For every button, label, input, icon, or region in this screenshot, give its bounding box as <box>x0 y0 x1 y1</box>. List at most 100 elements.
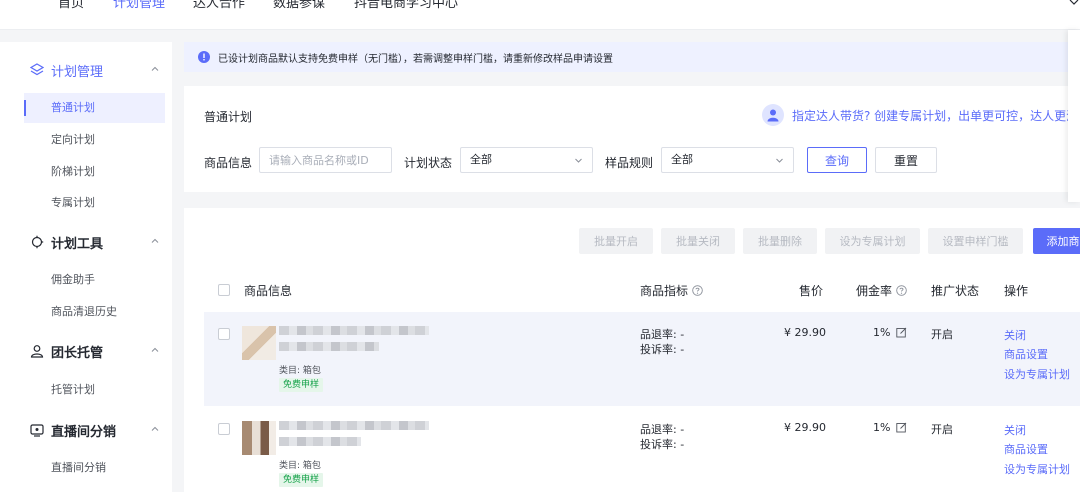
product-search-input[interactable] <box>259 147 392 173</box>
row-checkbox[interactable] <box>218 423 230 435</box>
sidebar-group-title: 直播间分销 <box>51 425 117 440</box>
sidebar-item-commission-assistant[interactable]: 佣金助手 <box>24 265 165 295</box>
refund-rate: 品退率: - <box>640 328 685 341</box>
table-row: 类目: 箱包 免费申样 品退率: - 投诉率: - ¥ 29.90 1% 开启 … <box>204 312 1080 406</box>
free-sample-badge: 免费申样 <box>279 378 324 392</box>
help-icon[interactable] <box>692 285 703 296</box>
sample-rule-select[interactable]: 全部 <box>661 147 794 173</box>
nav-tab-learning-center[interactable]: 抖音电商学习中心 <box>354 0 458 11</box>
sidebar-group-leader-hosting[interactable]: 团长托管 <box>0 339 172 363</box>
live-tv-icon <box>30 424 44 437</box>
top-nav: 首页 计划管理 达人合作 数据参谋 抖音电商学习中心 <box>0 0 1080 30</box>
chevron-up-icon[interactable] <box>150 236 160 246</box>
product-table-card: 批量开启 批量关闭 批量删除 设为专属计划 设置申样门槛 添加商 商品信息 商品… <box>184 208 1080 492</box>
product-price: ¥ 29.90 <box>784 326 826 339</box>
close-link[interactable]: 关闭 <box>1004 422 1026 438</box>
sidebar-group-plan-tools[interactable]: 计划工具 <box>0 230 172 254</box>
bulk-enable-button[interactable]: 批量开启 <box>579 228 653 254</box>
tools-icon <box>31 235 44 249</box>
plan-status-value: 全部 <box>470 153 492 166</box>
bulk-delete-button[interactable]: 批量删除 <box>743 228 817 254</box>
help-icon[interactable] <box>896 285 907 296</box>
sidebar-item-normal-plan[interactable]: 普通计划 <box>24 93 165 123</box>
commission-value: 1% <box>873 326 891 339</box>
filter-card: 普通计划 指定达人带货? 创建专属计划，出单更可控，达人更满 商品信息 计划状态… <box>184 86 1080 192</box>
header-metrics: 商品指标 <box>640 282 703 299</box>
set-exclusive-plan-link[interactable]: 设为专属计划 <box>1004 366 1070 382</box>
sidebar-item-removal-history[interactable]: 商品清退历史 <box>24 297 165 327</box>
info-icon <box>198 51 210 63</box>
product-thumbnail[interactable] <box>242 326 276 360</box>
sample-rule-label: 样品规则 <box>605 156 654 170</box>
user-menu-icon[interactable] <box>1066 0 1080 14</box>
sidebar-group-live-distribution[interactable]: 直播间分销 <box>0 418 172 442</box>
plan-status-label: 计划状态 <box>404 156 453 170</box>
edit-icon[interactable] <box>896 327 907 338</box>
promo-status: 开启 <box>931 328 953 341</box>
nav-tab-home[interactable]: 首页 <box>58 0 84 11</box>
sidebar-group-title: 团长托管 <box>51 346 104 361</box>
nav-tab-talent-cooperation[interactable]: 达人合作 <box>193 0 245 11</box>
person-icon <box>767 109 779 122</box>
query-button[interactable]: 查询 <box>807 147 867 173</box>
section-title: 普通计划 <box>204 110 253 124</box>
product-settings-link[interactable]: 商品设置 <box>1004 441 1048 457</box>
layers-icon <box>30 63 44 76</box>
complaint-rate: 投诉率: - <box>640 343 685 356</box>
floating-panel-edge <box>1068 30 1080 202</box>
chevron-down-icon <box>776 158 783 163</box>
sidebar-group-plan-management[interactable]: 计划管理 <box>0 58 172 82</box>
set-exclusive-plan-button[interactable]: 设为专属计划 <box>825 228 920 254</box>
commission-rate: 1% <box>873 421 907 434</box>
header-commission: 佣金率 <box>856 282 907 299</box>
header-price: 售价 <box>799 284 824 298</box>
sidebar-item-exclusive-plan[interactable]: 专属计划 <box>24 188 165 218</box>
bulk-disable-button[interactable]: 批量关闭 <box>661 228 735 254</box>
sidebar-item-tiered-plan[interactable]: 阶梯计划 <box>24 157 165 187</box>
product-title-blurred <box>279 342 379 351</box>
header-product-info: 商品信息 <box>244 284 293 298</box>
product-title-blurred <box>279 326 429 335</box>
sidebar: 计划管理 普通计划 定向计划 阶梯计划 专属计划 计划工具 佣金助手 商品清退历… <box>0 42 172 492</box>
product-price: ¥ 29.90 <box>784 421 826 434</box>
set-sample-threshold-button[interactable]: 设置申样门槛 <box>928 228 1023 254</box>
product-info-label: 商品信息 <box>204 156 253 170</box>
complaint-rate: 投诉率: - <box>640 438 685 451</box>
table-header: 商品信息 商品指标 售价 佣金率 推广状态 操作 <box>204 272 1080 308</box>
promo-status: 开启 <box>931 423 953 436</box>
nav-tab-data-advisor[interactable]: 数据参谋 <box>273 0 325 11</box>
sample-rule-value: 全部 <box>671 153 693 166</box>
chevron-up-icon[interactable] <box>150 345 160 355</box>
commission-value: 1% <box>873 421 891 434</box>
set-exclusive-plan-link[interactable]: 设为专属计划 <box>1004 461 1070 477</box>
sidebar-group-title: 计划管理 <box>51 65 104 80</box>
row-checkbox[interactable] <box>218 328 230 340</box>
chevron-up-icon[interactable] <box>150 64 160 74</box>
sidebar-group-title: 计划工具 <box>51 237 104 252</box>
product-category: 类目: 箱包 <box>279 461 321 471</box>
sidebar-item-live-distribution[interactable]: 直播间分销 <box>24 453 165 483</box>
table-row: 类目: 箱包 免费申样 品退率: - 投诉率: - ¥ 29.90 1% 开启 … <box>204 407 1080 492</box>
select-all-checkbox[interactable] <box>218 284 230 296</box>
refund-rate: 品退率: - <box>640 423 685 436</box>
product-title-blurred <box>279 421 429 430</box>
exclusive-plan-promo[interactable]: 指定达人带货? 创建专属计划，出单更可控，达人更满 <box>762 102 1078 128</box>
plan-status-select[interactable]: 全部 <box>460 147 593 173</box>
free-sample-badge: 免费申样 <box>279 473 324 487</box>
close-link[interactable]: 关闭 <box>1004 327 1026 343</box>
reset-button[interactable]: 重置 <box>875 147 937 173</box>
product-settings-link[interactable]: 商品设置 <box>1004 346 1048 362</box>
header-promo-status: 推广状态 <box>931 284 980 298</box>
commission-rate: 1% <box>873 326 907 339</box>
add-product-button[interactable]: 添加商 <box>1033 228 1080 254</box>
notice-text: 已设计划商品默认支持免费申样（无门槛），若需调整申样门槛，请重新修改样品申请设置 <box>218 53 613 65</box>
product-thumbnail[interactable] <box>242 421 276 455</box>
chevron-up-icon[interactable] <box>150 424 160 434</box>
promo-text: 指定达人带货? 创建专属计划，出单更可控，达人更满 <box>792 108 1079 123</box>
users-icon <box>30 345 44 358</box>
edit-icon[interactable] <box>896 422 907 433</box>
header-commission-label: 佣金率 <box>856 284 893 298</box>
sidebar-item-hosted-plan[interactable]: 托管计划 <box>24 375 165 405</box>
sidebar-item-targeted-plan[interactable]: 定向计划 <box>24 125 165 155</box>
nav-tab-plan-management[interactable]: 计划管理 <box>113 0 165 11</box>
